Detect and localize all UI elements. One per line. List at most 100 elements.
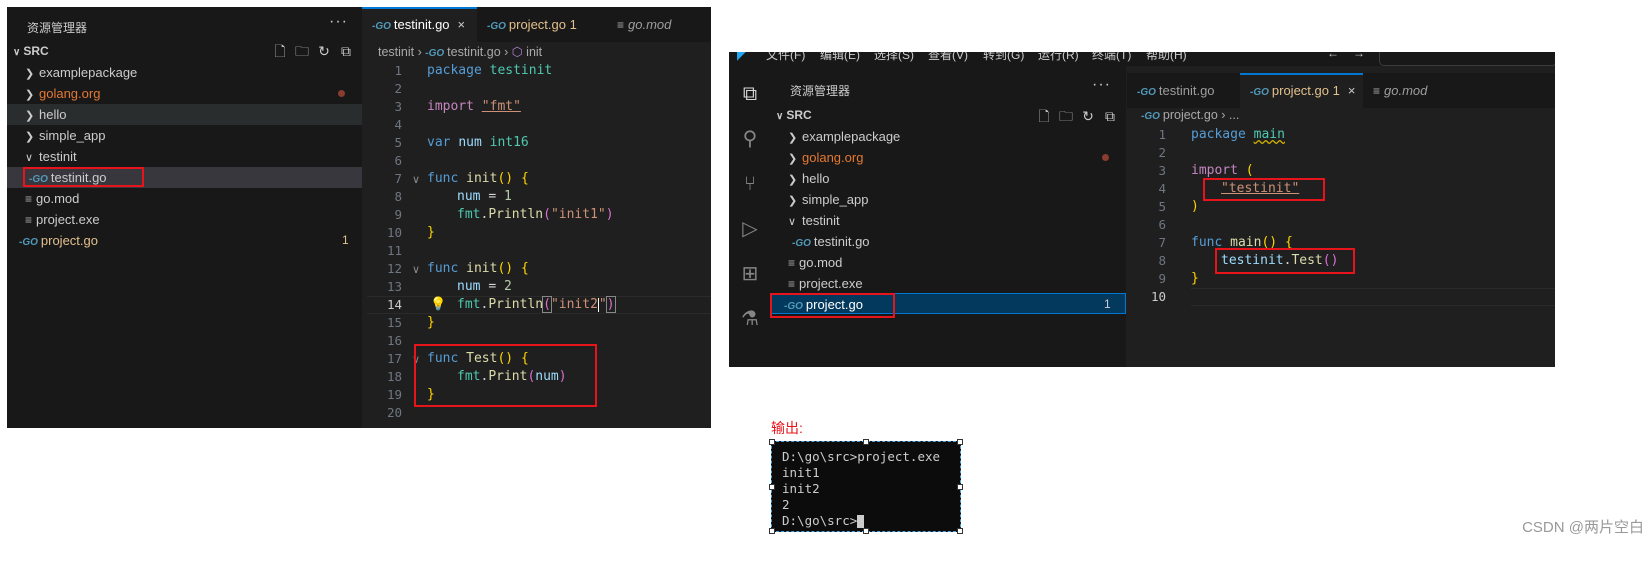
breadcrumb-file[interactable]: testinit.go <box>447 45 501 59</box>
back-arrow-icon[interactable]: ← <box>1327 52 1339 60</box>
more-actions-icon[interactable]: ··· <box>1092 76 1111 94</box>
tab-project-go[interactable]: -GO project.go 1 <box>477 7 597 42</box>
go-file-icon: -GO <box>487 21 506 32</box>
resize-handle[interactable] <box>957 528 963 534</box>
tree-item-simple-app[interactable]: ❯ simple_app <box>25 125 106 146</box>
tree-item-hello[interactable]: ❯ hello <box>788 168 829 189</box>
menu-help[interactable]: 帮助(H) <box>1146 52 1187 63</box>
resize-handle[interactable] <box>769 439 775 445</box>
new-file-icon[interactable]: 🗋 <box>1033 106 1055 130</box>
code-line[interactable]: num = 2 <box>457 278 512 296</box>
search-icon[interactable]: ⚲ <box>737 126 763 152</box>
tab-go-mod[interactable]: ≡ go.mod <box>1363 73 1473 108</box>
go-file-icon: -GO <box>425 48 445 59</box>
tree-item-testinit[interactable]: ∨ testinit <box>25 146 77 167</box>
code-line[interactable]: } <box>427 314 435 332</box>
tree-item-hello[interactable]: ❯ hello <box>25 104 66 125</box>
tab-testinit-go[interactable]: -GO testinit.go <box>1127 73 1240 108</box>
chevron-right-icon: ❯ <box>25 110 35 122</box>
resize-handle[interactable] <box>957 484 963 490</box>
code-line[interactable]: func init() { <box>427 170 529 188</box>
collapse-all-icon[interactable]: ⧉ <box>335 43 357 60</box>
code-line[interactable]: ) <box>1191 198 1199 216</box>
line-number: 9 <box>394 207 402 222</box>
resize-handle[interactable] <box>957 439 963 445</box>
resize-handle[interactable] <box>863 439 869 445</box>
fold-chevron-icon[interactable]: ∨ <box>412 263 420 276</box>
code-line[interactable]: func init() { <box>427 260 529 278</box>
tree-item-golang-org[interactable]: ❯ golang.org <box>788 147 863 168</box>
src-folder-header[interactable]: ∨ SRC <box>776 108 812 122</box>
collapse-all-icon[interactable]: ⧉ <box>1099 108 1121 125</box>
code-line[interactable]: package main <box>1191 126 1285 144</box>
menu-file[interactable]: 文件(F) <box>766 52 805 63</box>
tree-item-testinit-go[interactable]: -GO testinit.go <box>792 231 870 252</box>
tree-item-simple-app[interactable]: ❯ simple_app <box>788 189 869 210</box>
menu-run[interactable]: 运行(R) <box>1038 52 1079 63</box>
explorer-files-icon[interactable]: ⧉ <box>737 81 763 107</box>
watermark: CSDN @两片空白 <box>1522 519 1644 536</box>
output-label: 输出: <box>771 420 803 436</box>
forward-arrow-icon[interactable]: → <box>1353 52 1365 60</box>
menu-selection[interactable]: 选择(S) <box>874 52 914 63</box>
tree-item-golang-org[interactable]: ❯ golang.org <box>25 83 100 104</box>
breadcrumb: -GO project.go › ... <box>1141 108 1240 122</box>
go-file-icon: -GO <box>792 238 811 249</box>
menu-goto[interactable]: 转到(G) <box>983 52 1024 63</box>
tab-bar: -GO testinit.go -GO project.go 1 × ≡ go.mod <box>1127 73 1555 108</box>
menu-edit[interactable]: 编辑(E) <box>820 52 860 63</box>
line-number: 12 <box>386 261 402 276</box>
tree-item-project-exe[interactable]: ≡ project.exe <box>25 209 100 230</box>
code-line[interactable]: fmt.Println("init1") <box>457 206 614 224</box>
resize-handle[interactable] <box>769 528 775 534</box>
breadcrumb-file[interactable]: project.go <box>1163 108 1218 122</box>
tree-item-examplepackage[interactable]: ❯ examplepackage <box>788 126 900 147</box>
more-actions-icon[interactable]: ··· <box>329 13 348 31</box>
testing-flask-icon[interactable]: ⚗ <box>737 306 763 332</box>
tree-item-examplepackage[interactable]: ❯ examplepackage <box>25 62 137 83</box>
problem-count-badge: 1 <box>1104 297 1111 311</box>
command-center[interactable] <box>1379 52 1555 66</box>
new-file-icon[interactable]: 🗋 <box>269 41 291 65</box>
tab-bar: -GO testinit.go × -GO project.go 1 ≡ go.mod <box>362 7 711 42</box>
terminal-prompt[interactable]: D:\go\src> <box>782 513 865 528</box>
tab-project-go[interactable]: -GO project.go 1 × <box>1240 73 1363 108</box>
tree-item-testinit[interactable]: ∨ testinit <box>788 210 840 231</box>
breadcrumb-folder[interactable]: testinit <box>378 45 414 59</box>
code-line[interactable]: import "fmt" <box>427 98 521 116</box>
code-line[interactable]: } <box>427 224 435 242</box>
breadcrumb-symbol[interactable]: ... <box>1229 108 1239 122</box>
tree-item-go-mod[interactable]: ≡ go.mod <box>25 188 79 209</box>
tree-item-project-go[interactable]: -GO project.go <box>19 230 98 251</box>
run-debug-icon[interactable]: ▷ <box>737 216 763 242</box>
tab-testinit-go[interactable]: -GO testinit.go × <box>362 7 477 42</box>
new-folder-icon[interactable]: 🗀 <box>291 41 313 65</box>
chevron-right-icon: ❯ <box>25 89 35 101</box>
menu-view[interactable]: 查看(V) <box>928 52 968 63</box>
line-number: 17 <box>386 351 402 366</box>
resize-handle[interactable] <box>769 484 775 490</box>
new-folder-icon[interactable]: 🗀 <box>1055 106 1077 130</box>
refresh-icon[interactable]: ↻ <box>1077 108 1099 125</box>
tree-item-project-exe[interactable]: ≡ project.exe <box>788 273 863 294</box>
close-icon[interactable]: × <box>458 17 466 32</box>
code-line[interactable]: fmt.Println("init2") <box>457 296 616 314</box>
code-line[interactable]: package testinit <box>427 62 552 80</box>
source-control-icon[interactable]: ⑂ <box>737 171 763 197</box>
breadcrumb-symbol[interactable]: init <box>526 45 542 59</box>
code-line[interactable]: num = 1 <box>457 188 512 206</box>
lightbulb-icon[interactable]: 💡 <box>430 296 446 312</box>
extensions-icon[interactable]: ⊞ <box>737 261 763 287</box>
tab-go-mod[interactable]: ≡ go.mod <box>607 7 707 42</box>
src-folder-header[interactable]: ∨ SRC <box>13 44 49 58</box>
code-line[interactable]: } <box>1191 270 1199 288</box>
resize-handle[interactable] <box>863 528 869 534</box>
tree-item-go-mod[interactable]: ≡ go.mod <box>788 252 842 273</box>
code-line[interactable]: var num int16 <box>427 134 529 152</box>
refresh-icon[interactable]: ↻ <box>313 43 335 60</box>
close-icon[interactable]: × <box>1348 83 1356 98</box>
menu-bar: ◤ 文件(F) 编辑(E) 选择(S) 查看(V) 转到(G) 运行(R) 终端… <box>729 52 1555 66</box>
menu-terminal[interactable]: 终端(T) <box>1092 52 1131 63</box>
line-number: 18 <box>386 369 402 384</box>
fold-chevron-icon[interactable]: ∨ <box>412 173 420 186</box>
